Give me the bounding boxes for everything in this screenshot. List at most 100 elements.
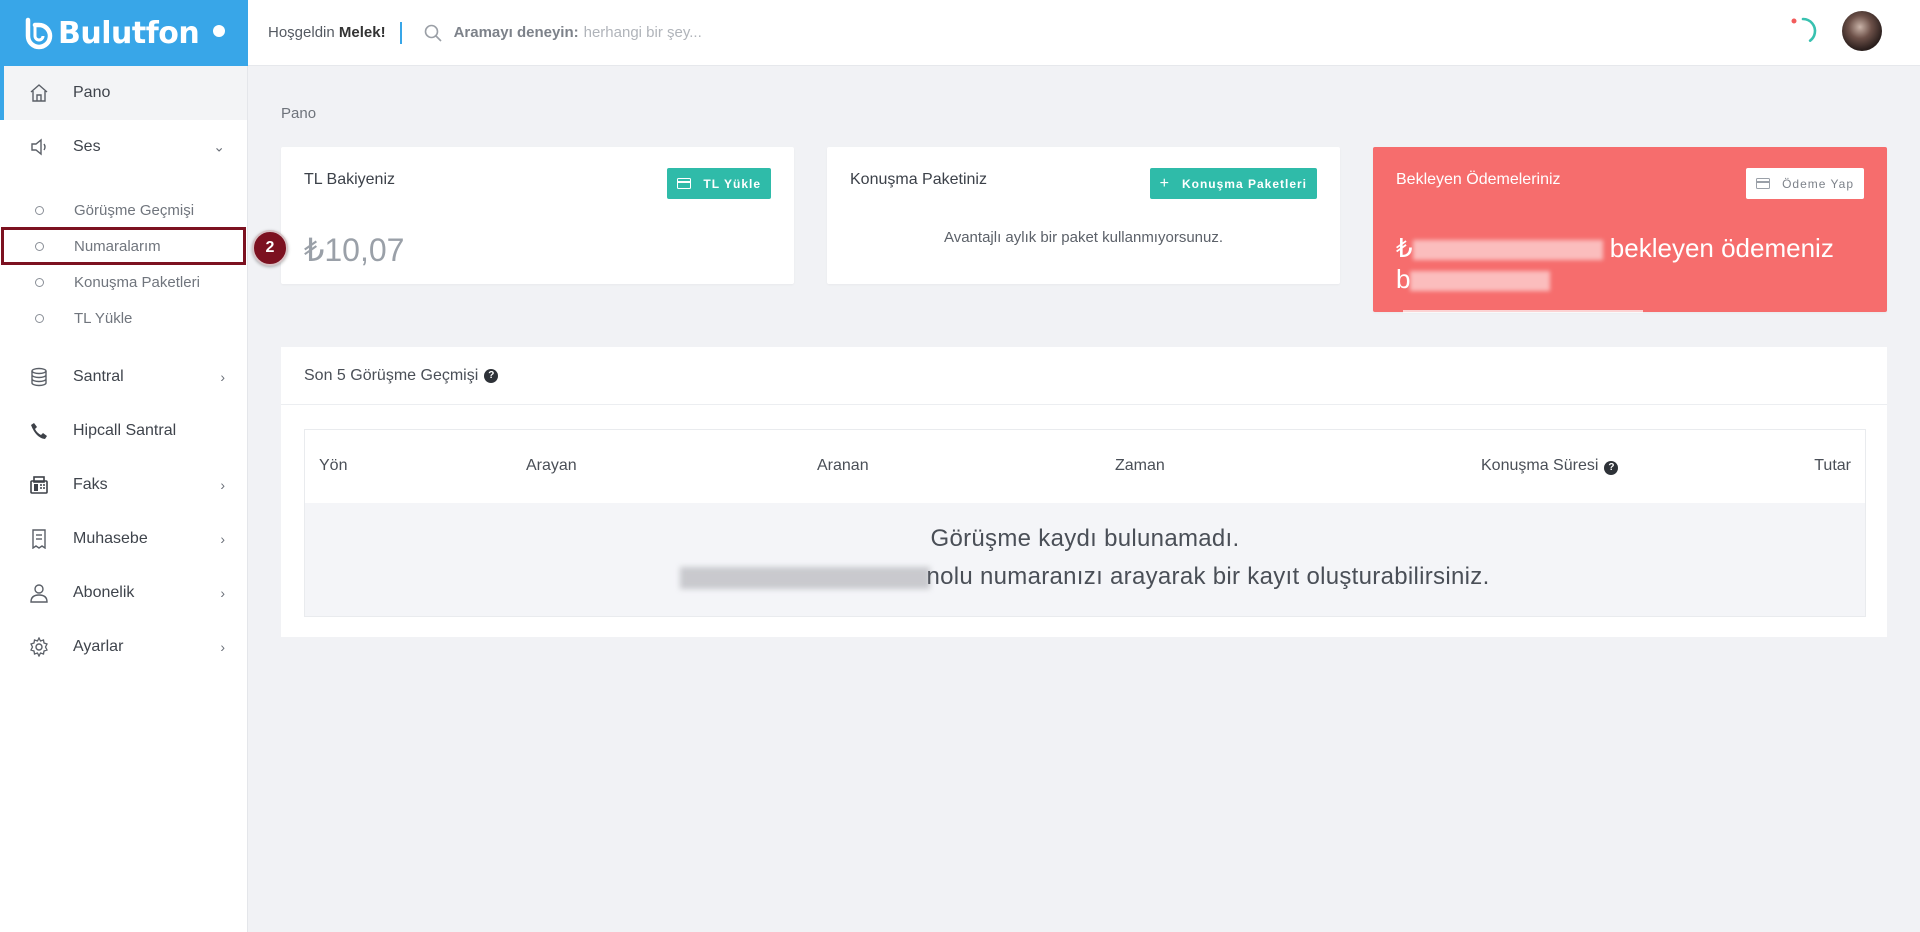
chevron-right-icon: ›: [220, 369, 225, 385]
top-header: Hoşgeldin Melek! Aramayı deneyin:: [248, 0, 1920, 66]
avatar[interactable]: [1842, 11, 1882, 51]
user-icon: [27, 581, 51, 605]
sidebar-item-abonelik[interactable]: Abonelik ›: [0, 566, 247, 620]
sidebar-item-muhasebe[interactable]: Muhasebe ›: [0, 512, 247, 566]
sidebar-toggle-dot[interactable]: [213, 25, 225, 37]
header-divider: [399, 21, 402, 44]
pending-card-title: Bekleyen Ödemeleriniz: [1396, 171, 1561, 188]
pending-payments-card: Bekleyen Ödemeleriniz Ödeme Yap ₺ bekley…: [1373, 147, 1887, 313]
breadcrumb: Pano: [281, 105, 317, 122]
bullet-icon: [35, 206, 44, 215]
user-name: Melek!: [338, 24, 386, 41]
pending-underline: [1403, 310, 1643, 313]
brand-logo[interactable]: Bulutfon: [22, 15, 200, 51]
odeme-yap-button-label: Ödeme Yap: [1782, 176, 1854, 191]
sidebar-item-faks[interactable]: Faks ›: [0, 458, 247, 512]
search-box[interactable]: Aramayı deneyin:: [424, 24, 884, 42]
column-header-arayan[interactable]: Arayan: [526, 457, 577, 475]
sidebar-item-label: Santral: [73, 368, 124, 385]
column-header-tutar[interactable]: Tutar: [1814, 457, 1851, 475]
sidebar-item-label: Faks: [73, 476, 108, 493]
plus-icon: +: [1159, 174, 1170, 192]
credit-card-icon: [677, 178, 692, 189]
search-input[interactable]: [583, 24, 884, 41]
column-header-aranan[interactable]: Aranan: [817, 457, 869, 475]
fax-icon: [27, 473, 51, 497]
package-empty-text: Avantajlı aylık bir paket kullanmıyorsun…: [943, 229, 1224, 246]
bullet-icon: [35, 314, 44, 323]
submenu-item-numaralarim[interactable]: Numaralarım: [1, 227, 246, 265]
call-history-header: Son 5 Görüşme Geçmişi ?: [281, 347, 1887, 405]
sidebar-item-ses[interactable]: Ses ⌄: [0, 120, 247, 174]
balance-card: TL Bakiyeniz TL Yükle ₺10,07: [281, 147, 794, 284]
konusma-paketleri-button-label: Konuşma Paketleri: [1181, 176, 1307, 191]
phone-icon: [27, 419, 51, 443]
submenu-item-label: TL Yükle: [74, 309, 133, 327]
chevron-down-icon: ⌄: [213, 138, 225, 155]
submenu-item-tl-yukle[interactable]: TL Yükle: [0, 300, 247, 336]
empty-state-hint-text: nolu numaranızı arayarak bir kayıt oluşt…: [926, 563, 1490, 590]
sidebar: Pano Ses ⌄ Görüşme Geçmişi Numaralarım K…: [0, 66, 248, 932]
balance-amount: ₺10,07: [304, 232, 405, 268]
chevron-right-icon: ›: [220, 531, 225, 547]
submenu-item-konusma-paketleri[interactable]: Konuşma Paketleri: [0, 264, 247, 300]
sidebar-item-label: Muhasebe: [73, 530, 148, 547]
pending-payment-text: ₺ bekleyen ödemeniz b: [1396, 233, 1876, 295]
sidebar-item-label: Ayarlar: [73, 638, 124, 655]
column-header-yon[interactable]: Yön: [319, 457, 347, 475]
bulutfon-logo-icon: [25, 17, 53, 50]
chevron-right-icon: ›: [220, 477, 225, 493]
sidebar-item-santral[interactable]: Santral ›: [0, 350, 247, 404]
sidebar-item-pano[interactable]: Pano: [0, 66, 247, 120]
submenu-item-label: Konuşma Paketleri: [74, 273, 200, 291]
column-header-label: Konuşma Süresi: [1481, 457, 1599, 474]
speaker-icon: [27, 135, 51, 159]
redacted-phone-number: [680, 566, 931, 589]
konusma-paketleri-button[interactable]: + Konuşma Paketleri: [1149, 168, 1317, 199]
table-body-empty: Görüşme kaydı bulunamadı. nolu numaranız…: [305, 503, 1865, 616]
tl-yukle-button[interactable]: TL Yükle: [667, 168, 771, 199]
bullet-icon: [35, 242, 44, 251]
package-card-title: Konuşma Paketiniz: [850, 171, 987, 188]
welcome-text: Hoşgeldin Melek!: [248, 24, 386, 41]
sidebar-item-ayarlar[interactable]: Ayarlar ›: [0, 620, 247, 674]
home-icon: [27, 81, 51, 105]
brand-header: Bulutfon: [0, 0, 248, 66]
empty-state-title: Görüşme kaydı bulunamadı.: [930, 525, 1240, 552]
search-icon: [424, 24, 442, 42]
gear-icon: [27, 635, 51, 659]
odeme-yap-button[interactable]: Ödeme Yap: [1746, 168, 1864, 199]
chevron-right-icon: ›: [220, 585, 225, 601]
credit-card-icon: [1756, 178, 1771, 189]
database-icon: [27, 365, 51, 389]
ses-submenu: Görüşme Geçmişi Numaralarım Konuşma Pake…: [0, 174, 247, 350]
welcome-prefix: Hoşgeldin: [268, 24, 335, 41]
package-card: Konuşma Paketiniz + Konuşma Paketleri Av…: [827, 147, 1340, 284]
help-icon[interactable]: ?: [484, 368, 499, 383]
call-history-panel: Son 5 Görüşme Geçmişi ? Yön Arayan Arana…: [281, 347, 1887, 637]
search-label: Aramayı deneyin:: [453, 24, 579, 41]
bullet-icon: [35, 278, 44, 287]
sidebar-item-label: Pano: [73, 84, 111, 101]
help-icon[interactable]: ?: [1604, 460, 1619, 475]
submenu-item-label: Görüşme Geçmişi: [74, 201, 195, 219]
tl-yukle-button-label: TL Yükle: [703, 176, 761, 191]
sidebar-item-label: Abonelik: [73, 584, 135, 601]
loading-spinner-icon: [1789, 17, 1817, 45]
receipt-icon: [27, 527, 51, 551]
column-header-konusma-suresi[interactable]: Konuşma Süresi?: [1481, 457, 1619, 475]
sidebar-item-label: Hipcall Santral: [73, 422, 177, 439]
redacted-text: [1410, 271, 1551, 292]
submenu-item-label: Numaralarım: [74, 237, 161, 255]
table-header: Yön Arayan Aranan Zaman Konuşma Süresi? …: [305, 430, 1865, 503]
brand-name: Bulutfon: [58, 15, 200, 51]
redacted-amount: [1412, 240, 1603, 261]
sidebar-item-hipcall-santral[interactable]: Hipcall Santral: [0, 404, 247, 458]
submenu-item-gorusme-gecmisi[interactable]: Görüşme Geçmişi: [0, 192, 247, 228]
column-header-zaman[interactable]: Zaman: [1115, 457, 1165, 475]
balance-card-title: TL Bakiyeniz: [304, 171, 395, 188]
call-history-table: Yön Arayan Aranan Zaman Konuşma Süresi? …: [304, 429, 1866, 617]
step-annotation-badge: 2: [252, 230, 288, 266]
call-history-title: Son 5 Görüşme Geçmişi: [304, 366, 479, 384]
sidebar-item-label: Ses: [73, 138, 101, 155]
